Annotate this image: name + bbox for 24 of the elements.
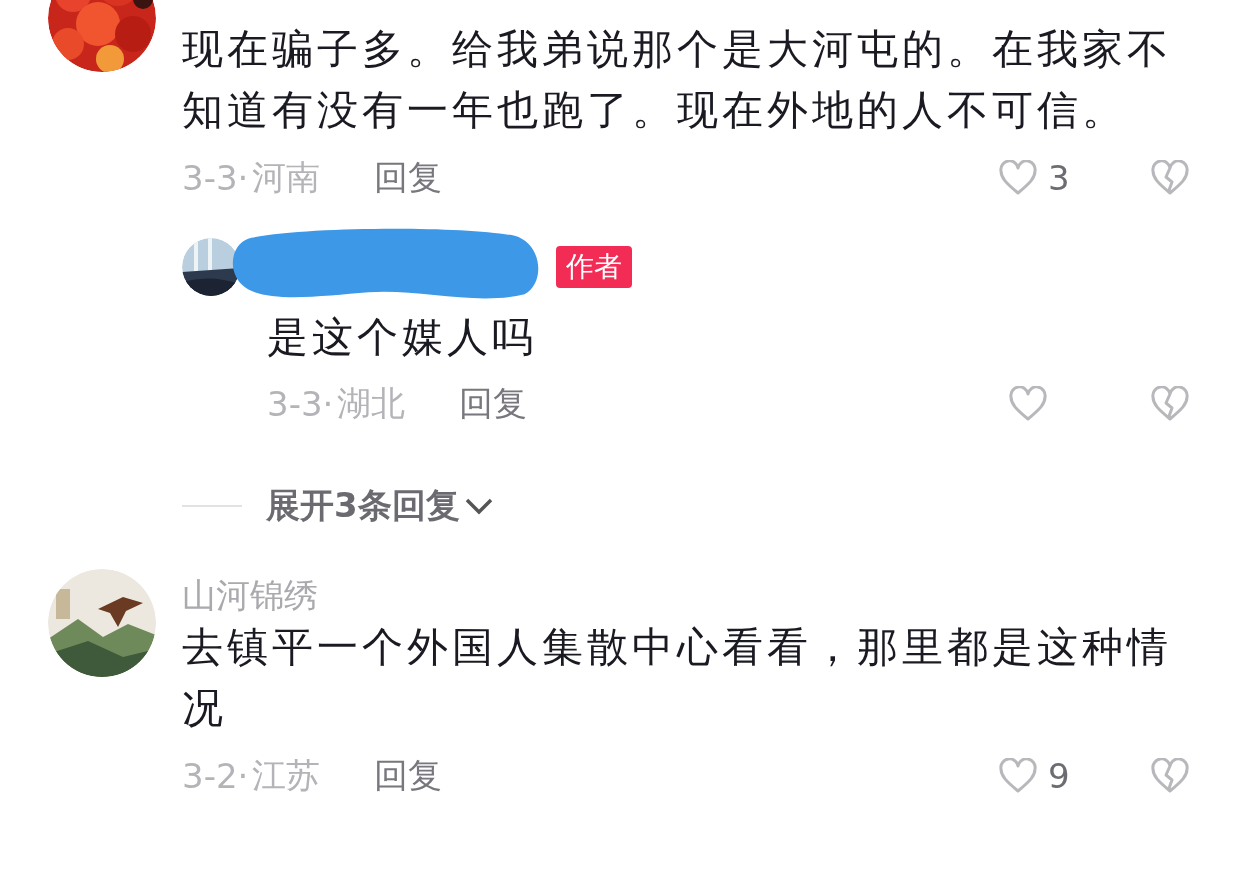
like-icon[interactable] xyxy=(998,758,1038,794)
comment-date: 3-3· xyxy=(182,158,249,198)
chevron-down-icon xyxy=(463,496,494,516)
broken-heart-icon[interactable] xyxy=(1150,160,1190,196)
broken-heart-icon[interactable] xyxy=(1150,758,1190,794)
comment-date: 3-3· xyxy=(267,384,334,424)
comment-text: 去镇平一个外国人集散中心看看，那里都是这种情况 xyxy=(182,622,1173,734)
reply-button[interactable]: 回复 xyxy=(374,753,443,799)
like-count: 3 xyxy=(1048,158,1070,198)
comment-date: 3-2· xyxy=(182,756,249,796)
comment-location: 河南 xyxy=(252,156,321,199)
expand-replies-button[interactable]: 展开3条回复 xyxy=(266,483,494,529)
reply-text: 是这个媒人吗 xyxy=(266,312,538,363)
like-count: 9 xyxy=(1048,756,1070,796)
reply-button[interactable]: 回复 xyxy=(459,381,528,427)
comment-text: 现在骗子多。给我弟说那个是大河屯的。在我家不知道有没有一年也跑了。现在外地的人不可信。 xyxy=(182,24,1173,136)
comment-location: 江苏 xyxy=(252,754,321,797)
author-badge: 作者 xyxy=(556,246,632,288)
broken-heart-icon[interactable] xyxy=(1150,386,1190,422)
comment-location: 湖北 xyxy=(337,382,406,425)
reply-button[interactable]: 回复 xyxy=(374,155,443,201)
like-icon[interactable] xyxy=(1008,386,1048,422)
username[interactable]: 山河锦绣 xyxy=(182,573,1190,617)
like-icon[interactable] xyxy=(998,160,1038,196)
